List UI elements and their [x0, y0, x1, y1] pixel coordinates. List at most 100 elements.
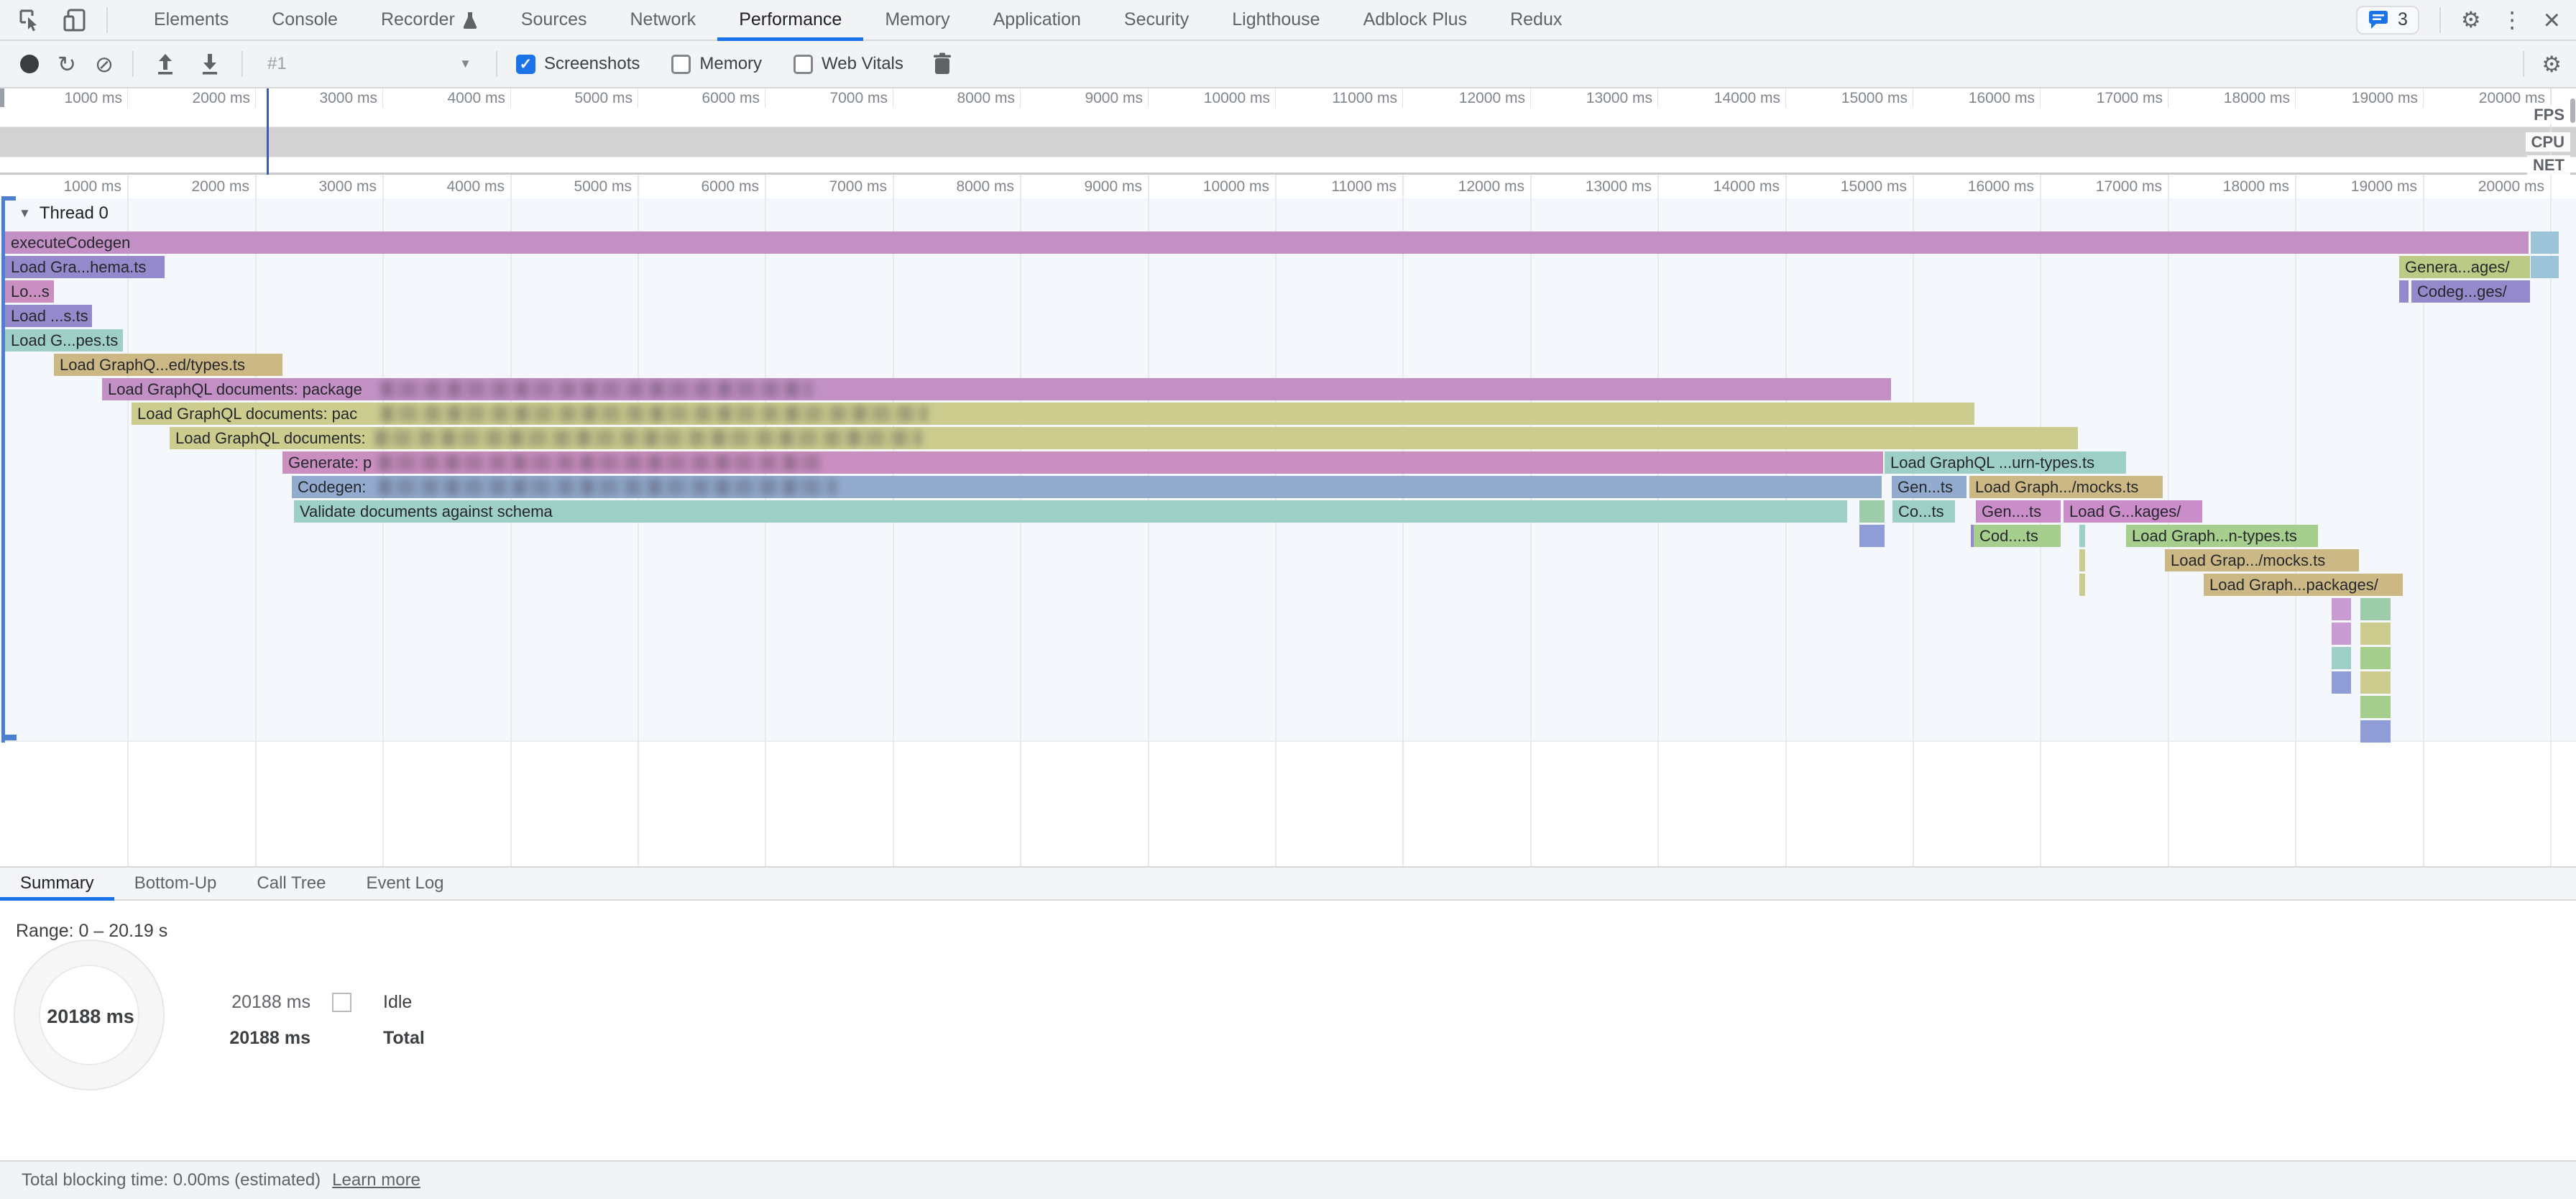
reload-and-record-icon[interactable]: ↻: [58, 53, 76, 75]
kebab-menu-icon[interactable]: ⋮: [2501, 9, 2524, 31]
learn-more-link[interactable]: Learn more: [332, 1170, 420, 1190]
flame-bar-generate-p[interactable]: Generate: p: [282, 451, 1883, 474]
tab-network[interactable]: Network: [609, 0, 718, 40]
settings-gear-icon[interactable]: ⚙: [2461, 9, 2481, 31]
close-devtools-icon[interactable]: ×: [2544, 6, 2560, 35]
tab-redux[interactable]: Redux: [1489, 0, 1583, 40]
chevron-down-icon: ▼: [459, 57, 472, 71]
flame-bar-gen-ts[interactable]: Gen...ts: [1892, 476, 1966, 498]
flame-bar-load-graphql-documents-pac[interactable]: Load GraphQL documents: pac: [132, 403, 1974, 425]
tab-performance[interactable]: Performance: [717, 0, 863, 40]
tab-console[interactable]: Console: [250, 0, 359, 40]
tab-recorder[interactable]: Recorder: [359, 0, 500, 40]
flame-bar-block[interactable]: [2332, 623, 2351, 645]
drawer-tab-call-tree[interactable]: Call Tree: [236, 868, 346, 899]
flame-bar-block[interactable]: [2531, 231, 2559, 254]
flame-bar-block[interactable]: [2332, 647, 2351, 669]
flame-bar-label: Load GraphQL ...urn-types.ts: [1890, 454, 2094, 472]
inspect-element-icon[interactable]: [17, 7, 43, 33]
chart-gridline: [127, 175, 129, 866]
flame-bar-load-graphq-ed-types-ts[interactable]: Load GraphQ...ed/types.ts: [54, 354, 282, 376]
legend-row-idle: 20188 msIdle: [160, 991, 412, 1014]
overview-tick-label: 13000 ms: [1516, 88, 1652, 108]
flame-bar-co-ts[interactable]: Co...ts: [1892, 500, 1955, 523]
save-profile-icon[interactable]: [197, 51, 223, 77]
flame-bar-validate-documents-against-schema[interactable]: Validate documents against schema: [294, 500, 1847, 523]
flame-bar-gen-ts[interactable]: Gen....ts: [1976, 500, 2061, 523]
checkbox-web-vitals[interactable]: Web Vitals: [794, 54, 903, 74]
flame-bar-label: Gen....ts: [1982, 502, 2041, 520]
flame-bar-block[interactable]: [2332, 671, 2351, 694]
ruler-tick-label: 4000 ms: [368, 176, 505, 198]
tab-lighthouse[interactable]: Lighthouse: [1210, 0, 1341, 40]
overview-tick-label: 10000 ms: [1133, 88, 1270, 108]
tab-security[interactable]: Security: [1103, 0, 1210, 40]
flame-bar-codeg-ges[interactable]: Codeg...ges/: [2411, 280, 2530, 303]
legend-label: Idle: [383, 992, 412, 1013]
memory-checkbox-box[interactable]: [671, 55, 691, 74]
flame-bar-load-s-ts[interactable]: Load ...s.ts: [5, 305, 92, 327]
ruler-tick-label: 2000 ms: [113, 176, 249, 198]
tab-memory[interactable]: Memory: [863, 0, 971, 40]
trash-icon[interactable]: [929, 51, 955, 77]
flame-bar-load-graph-packages[interactable]: Load Graph...packages/: [2204, 574, 2403, 596]
flame-bar-lo-s[interactable]: Lo...s: [5, 280, 54, 303]
flame-bar-block[interactable]: [2079, 549, 2085, 571]
flame-bar-label: Load G...kages/: [2069, 502, 2181, 520]
web-vitals-checkbox-box[interactable]: [794, 55, 813, 74]
capture-settings-gear-icon[interactable]: ⚙: [2542, 53, 2562, 75]
flame-bar-block[interactable]: [2079, 525, 2085, 547]
web-vitals-checkbox-label: Web Vitals: [822, 54, 903, 74]
flame-bar-block[interactable]: [2360, 647, 2391, 669]
flame-bar-block[interactable]: [2360, 720, 2391, 743]
profile-select[interactable]: #1 ▼: [262, 48, 477, 80]
checkbox-screenshots[interactable]: ✓Screenshots: [516, 54, 640, 74]
flame-bar-block[interactable]: [2079, 574, 2085, 596]
device-toolbar-icon[interactable]: [62, 7, 88, 33]
flame-bar-load-graph-mocks-ts[interactable]: Load Graph.../mocks.ts: [1969, 476, 2163, 498]
flame-bar-block[interactable]: [2360, 598, 2391, 620]
record-button[interactable]: [20, 55, 39, 73]
flame-bar-load-gra-hema-ts[interactable]: Load Gra...hema.ts: [5, 256, 165, 278]
flame-bar-block[interactable]: [2531, 256, 2559, 278]
flame-bar-load-grap-mocks-ts[interactable]: Load Grap.../mocks.ts: [2165, 549, 2359, 571]
screenshots-checkbox-box[interactable]: ✓: [516, 55, 535, 74]
tab-sources[interactable]: Sources: [500, 0, 609, 40]
flame-bar-load-g-pes-ts[interactable]: Load G...pes.ts: [5, 329, 123, 352]
flame-bar-block[interactable]: [1859, 500, 1885, 523]
flame-bar-load-graphql-documents[interactable]: Load GraphQL documents:: [170, 427, 2078, 449]
flame-bar-load-graph-n-types-ts[interactable]: Load Graph...n-types.ts: [2126, 525, 2318, 547]
tab-label: Security: [1124, 9, 1189, 30]
checkbox-memory[interactable]: Memory: [671, 54, 762, 74]
flame-bar-block[interactable]: [2360, 623, 2391, 645]
console-messages-badge[interactable]: 3: [2356, 6, 2419, 35]
flame-bar-block[interactable]: [2399, 280, 2409, 303]
flame-bar-block[interactable]: [2360, 696, 2391, 718]
flame-bar-load-g-kages[interactable]: Load G...kages/: [2064, 500, 2202, 523]
tab-application[interactable]: Application: [972, 0, 1103, 40]
drawer-tab-event-log[interactable]: Event Log: [346, 868, 464, 899]
flame-bar-genera-ages[interactable]: Genera...ages/: [2399, 256, 2530, 278]
drawer-tab-summary[interactable]: Summary: [0, 868, 114, 899]
flame-bar-codegen[interactable]: Codegen:: [292, 476, 1882, 498]
flame-bar-cod-ts[interactable]: Cod....ts: [1974, 525, 2061, 547]
flame-bar-block[interactable]: [1859, 525, 1885, 547]
ruler-tick-label: 5000 ms: [495, 176, 632, 198]
flame-bar-executecodegen[interactable]: executeCodegen: [5, 231, 2529, 254]
tab-elements[interactable]: Elements: [132, 0, 250, 40]
timeline-overview[interactable]: 1000 ms2000 ms3000 ms4000 ms5000 ms6000 …: [0, 88, 2576, 175]
ruler-tick-label: 3000 ms: [240, 176, 377, 198]
flame-chart[interactable]: ▼ Thread 0 1000 ms2000 ms3000 ms4000 ms5…: [0, 175, 2576, 866]
collapse-triangle-icon[interactable]: ▼: [19, 206, 31, 221]
flame-bar-load-graphql-documents-package[interactable]: Load GraphQL documents: package: [102, 378, 1891, 400]
tab-adblock-plus[interactable]: Adblock Plus: [1342, 0, 1489, 40]
load-profile-icon[interactable]: [152, 51, 178, 77]
redacted-text-blur: [379, 454, 822, 471]
flame-bar-load-graphql-urn-types-ts[interactable]: Load GraphQL ...urn-types.ts: [1885, 451, 2126, 474]
clear-recording-icon[interactable]: ⊘: [95, 53, 114, 75]
flame-bar-block[interactable]: [2332, 598, 2351, 620]
drawer-tab-bottom-up[interactable]: Bottom-Up: [114, 868, 237, 899]
vertical-scrollbar-thumb[interactable]: [2570, 98, 2575, 123]
thread-header[interactable]: ▼ Thread 0: [19, 203, 109, 224]
flame-bar-block[interactable]: [2360, 671, 2391, 694]
